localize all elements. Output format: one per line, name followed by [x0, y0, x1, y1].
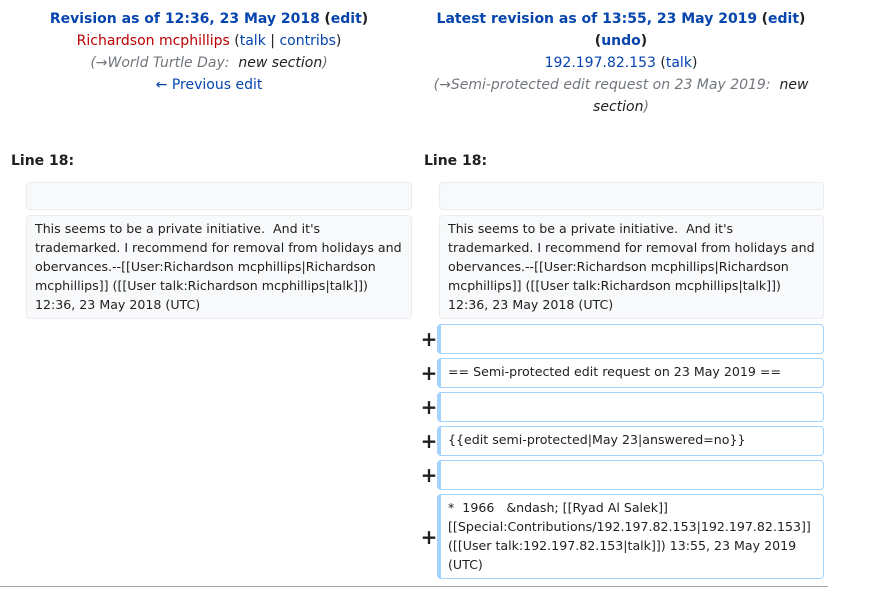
old-revision-header: Revision as of 12:36, 23 May 2018 (edit)…	[10, 8, 408, 96]
old-revision-user-talk-link[interactable]: talk	[240, 33, 266, 49]
old-revision-user-contribs-link[interactable]: contribs	[279, 33, 335, 49]
new-revision-edit-summary: (→Semi-protected edit request on 23 May …	[433, 77, 809, 115]
section-arrow-link[interactable]: →	[96, 55, 108, 71]
section-arrow-link[interactable]: →	[439, 77, 451, 93]
previous-edit-link[interactable]: ← Previous edit	[156, 77, 263, 93]
old-revision-edit-link[interactable]: edit	[331, 11, 362, 27]
right-line-number: Line 18:	[424, 153, 488, 169]
added-line: * 1966 &ndash; [[Ryad Al Salek]] [[Speci…	[437, 494, 824, 579]
right-context-empty-line	[439, 182, 824, 210]
added-line-marker: +	[420, 327, 438, 351]
added-line: == Semi-protected edit request on 23 May…	[437, 358, 824, 388]
old-revision-user-link[interactable]: Richardson mcphillips	[77, 33, 230, 49]
new-revision-edit-link[interactable]: edit	[768, 11, 799, 27]
left-context-empty-line	[26, 182, 412, 210]
new-revision-title-line: Latest revision as of 13:55, 23 May 2019…	[436, 11, 806, 27]
new-revision-user-link[interactable]: 192.197.82.153	[545, 55, 656, 71]
added-line: {{edit semi-protected|May 23|answered=no…	[437, 426, 824, 456]
separator: |	[270, 33, 275, 49]
added-line-marker: +	[420, 361, 438, 385]
edit-summary-text: new section	[238, 55, 323, 71]
old-revision-title-line: Revision as of 12:36, 23 May 2018 (edit)	[49, 11, 369, 27]
added-line-marker: +	[420, 395, 438, 419]
added-line	[437, 460, 824, 490]
old-revision-link[interactable]: Revision as of 12:36, 23 May 2018	[50, 11, 320, 27]
new-revision-header: Latest revision as of 13:55, 23 May 2019…	[422, 8, 820, 118]
added-line-marker: +	[420, 429, 438, 453]
edit-summary-section: World Turtle Day:	[107, 55, 230, 71]
new-revision-user-line: 192.197.82.153 (talk)	[544, 55, 698, 71]
right-context-line: This seems to be a private initiative. A…	[439, 215, 824, 319]
added-line	[437, 392, 824, 422]
undo-link[interactable]: undo	[601, 33, 641, 49]
added-line-marker: +	[420, 525, 438, 549]
new-revision-link[interactable]: Latest revision as of 13:55, 23 May 2019	[437, 11, 758, 27]
old-revision-user-line: Richardson mcphillips (talk | contribs)	[76, 33, 342, 49]
bottom-divider	[0, 586, 828, 587]
new-revision-user-talk-link[interactable]: talk	[666, 55, 692, 71]
added-line-marker: +	[420, 463, 438, 487]
old-revision-edit-summary: (→World Turtle Day: new section)	[90, 55, 328, 71]
left-line-number: Line 18:	[11, 153, 75, 169]
edit-summary-section: Semi-protected edit request on 23 May 20…	[450, 77, 771, 93]
added-line	[437, 324, 824, 354]
left-context-line: This seems to be a private initiative. A…	[26, 215, 412, 319]
